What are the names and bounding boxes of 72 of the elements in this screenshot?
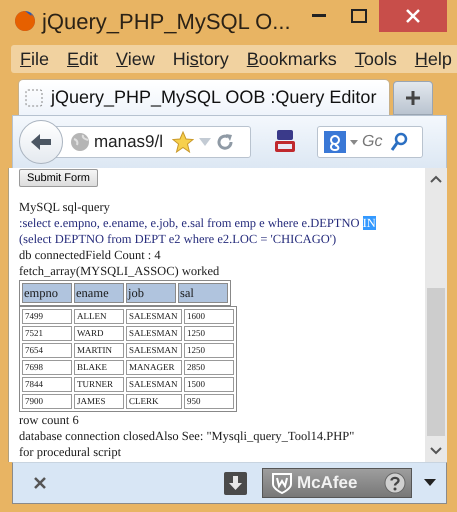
table-cell: SALESMAN	[126, 309, 182, 324]
query-heading: MySQL sql-query	[19, 199, 111, 215]
table-cell: ALLEN	[74, 309, 124, 324]
table-cell: 7499	[22, 309, 72, 324]
table-cell: 1500	[184, 377, 234, 392]
help-icon[interactable]	[384, 472, 406, 494]
table-cell: 7698	[22, 360, 72, 375]
status-text: database connection closedAlso See: "Mysqli_query_Tool14.PHP"	[19, 428, 356, 444]
table-cell: 7844	[22, 377, 72, 392]
column-header: empno	[22, 283, 72, 303]
table-cell: 1250	[184, 326, 234, 341]
status-text: row count 6	[19, 412, 80, 428]
new-tab-button[interactable]	[393, 81, 433, 115]
table-cell: 7654	[22, 343, 72, 358]
toolbar-extension-icon[interactable]	[273, 129, 297, 155]
browser-tab[interactable]: jQuery_PHP_MySQL OOB :Query Editor	[18, 79, 390, 115]
table-cell: 7900	[22, 394, 72, 409]
table-cell: 2850	[184, 360, 234, 375]
status-text: for procedural script	[19, 444, 122, 460]
close-icon[interactable]	[33, 476, 47, 490]
scrollbar[interactable]	[425, 168, 447, 462]
table-cell: SALESMAN	[126, 326, 182, 341]
menu-item[interactable]: View	[107, 48, 164, 70]
minimize-icon	[312, 14, 326, 18]
table-cell: 1250	[184, 343, 234, 358]
address-field[interactable]: manas9/l	[94, 132, 168, 152]
plus-icon	[405, 90, 421, 106]
column-header: sal	[178, 283, 228, 303]
addon-label: McAfee	[297, 473, 358, 493]
table-cell: 950	[184, 394, 234, 409]
table-cell: WARD	[74, 326, 124, 341]
table-cell: MARTIN	[74, 343, 124, 358]
table-cell: 7521	[22, 326, 72, 341]
menu-item[interactable]: File	[11, 48, 58, 70]
menu-item[interactable]: History	[164, 48, 238, 70]
page-icon	[25, 88, 43, 106]
globe-icon	[70, 132, 90, 152]
table-cell: JAMES	[74, 394, 124, 409]
query-text: (select DEPTNO from DEPT e2 where e2.LOC = 'CHICAGO')	[19, 231, 338, 247]
menu-item[interactable]: Bookmarks	[238, 48, 346, 70]
back-arrow-icon	[30, 133, 52, 151]
close-button[interactable]	[379, 0, 447, 32]
table-cell: MANAGER	[126, 360, 182, 375]
dropdown-icon[interactable]	[424, 479, 436, 487]
column-header: ename	[74, 283, 124, 303]
search-icon[interactable]	[390, 132, 408, 152]
back-button[interactable]	[19, 120, 63, 164]
browser-logo-icon	[14, 10, 36, 32]
status-text: fetch_array(MYSQLI_ASSOC) worked	[19, 263, 220, 279]
table-cell: CLERK	[126, 394, 182, 409]
status-text: db connectedField Count : 4	[19, 247, 162, 263]
menu-item[interactable]: Help	[406, 48, 457, 70]
maximize-icon	[351, 9, 367, 23]
download-icon[interactable]	[224, 472, 247, 494]
query-text: :select e.empno, e.ename, e.job, e.sal from emp e where e.DEPTNO IN	[19, 215, 377, 231]
search-engine-icon[interactable]	[324, 131, 346, 153]
menu-item[interactable]: Edit	[58, 48, 108, 70]
star-icon[interactable]	[172, 131, 194, 153]
table-cell: SALESMAN	[126, 343, 182, 358]
table-cell: BLAKE	[74, 360, 124, 375]
table-cell: 1600	[184, 309, 234, 324]
menu-item[interactable]: Tools	[346, 48, 406, 70]
submit-form-button[interactable]: Submit Form	[19, 169, 98, 187]
shield-icon	[271, 472, 293, 494]
search-field[interactable]: Gc	[362, 133, 386, 151]
table-cell: SALESMAN	[126, 377, 182, 392]
window-title: jQuery_PHP_MySQL O...	[42, 8, 292, 35]
scroll-thumb[interactable]	[427, 288, 445, 436]
table-cell: TURNER	[74, 377, 124, 392]
reload-icon[interactable]	[216, 133, 234, 151]
column-header: job	[126, 283, 176, 303]
close-icon	[406, 9, 420, 23]
